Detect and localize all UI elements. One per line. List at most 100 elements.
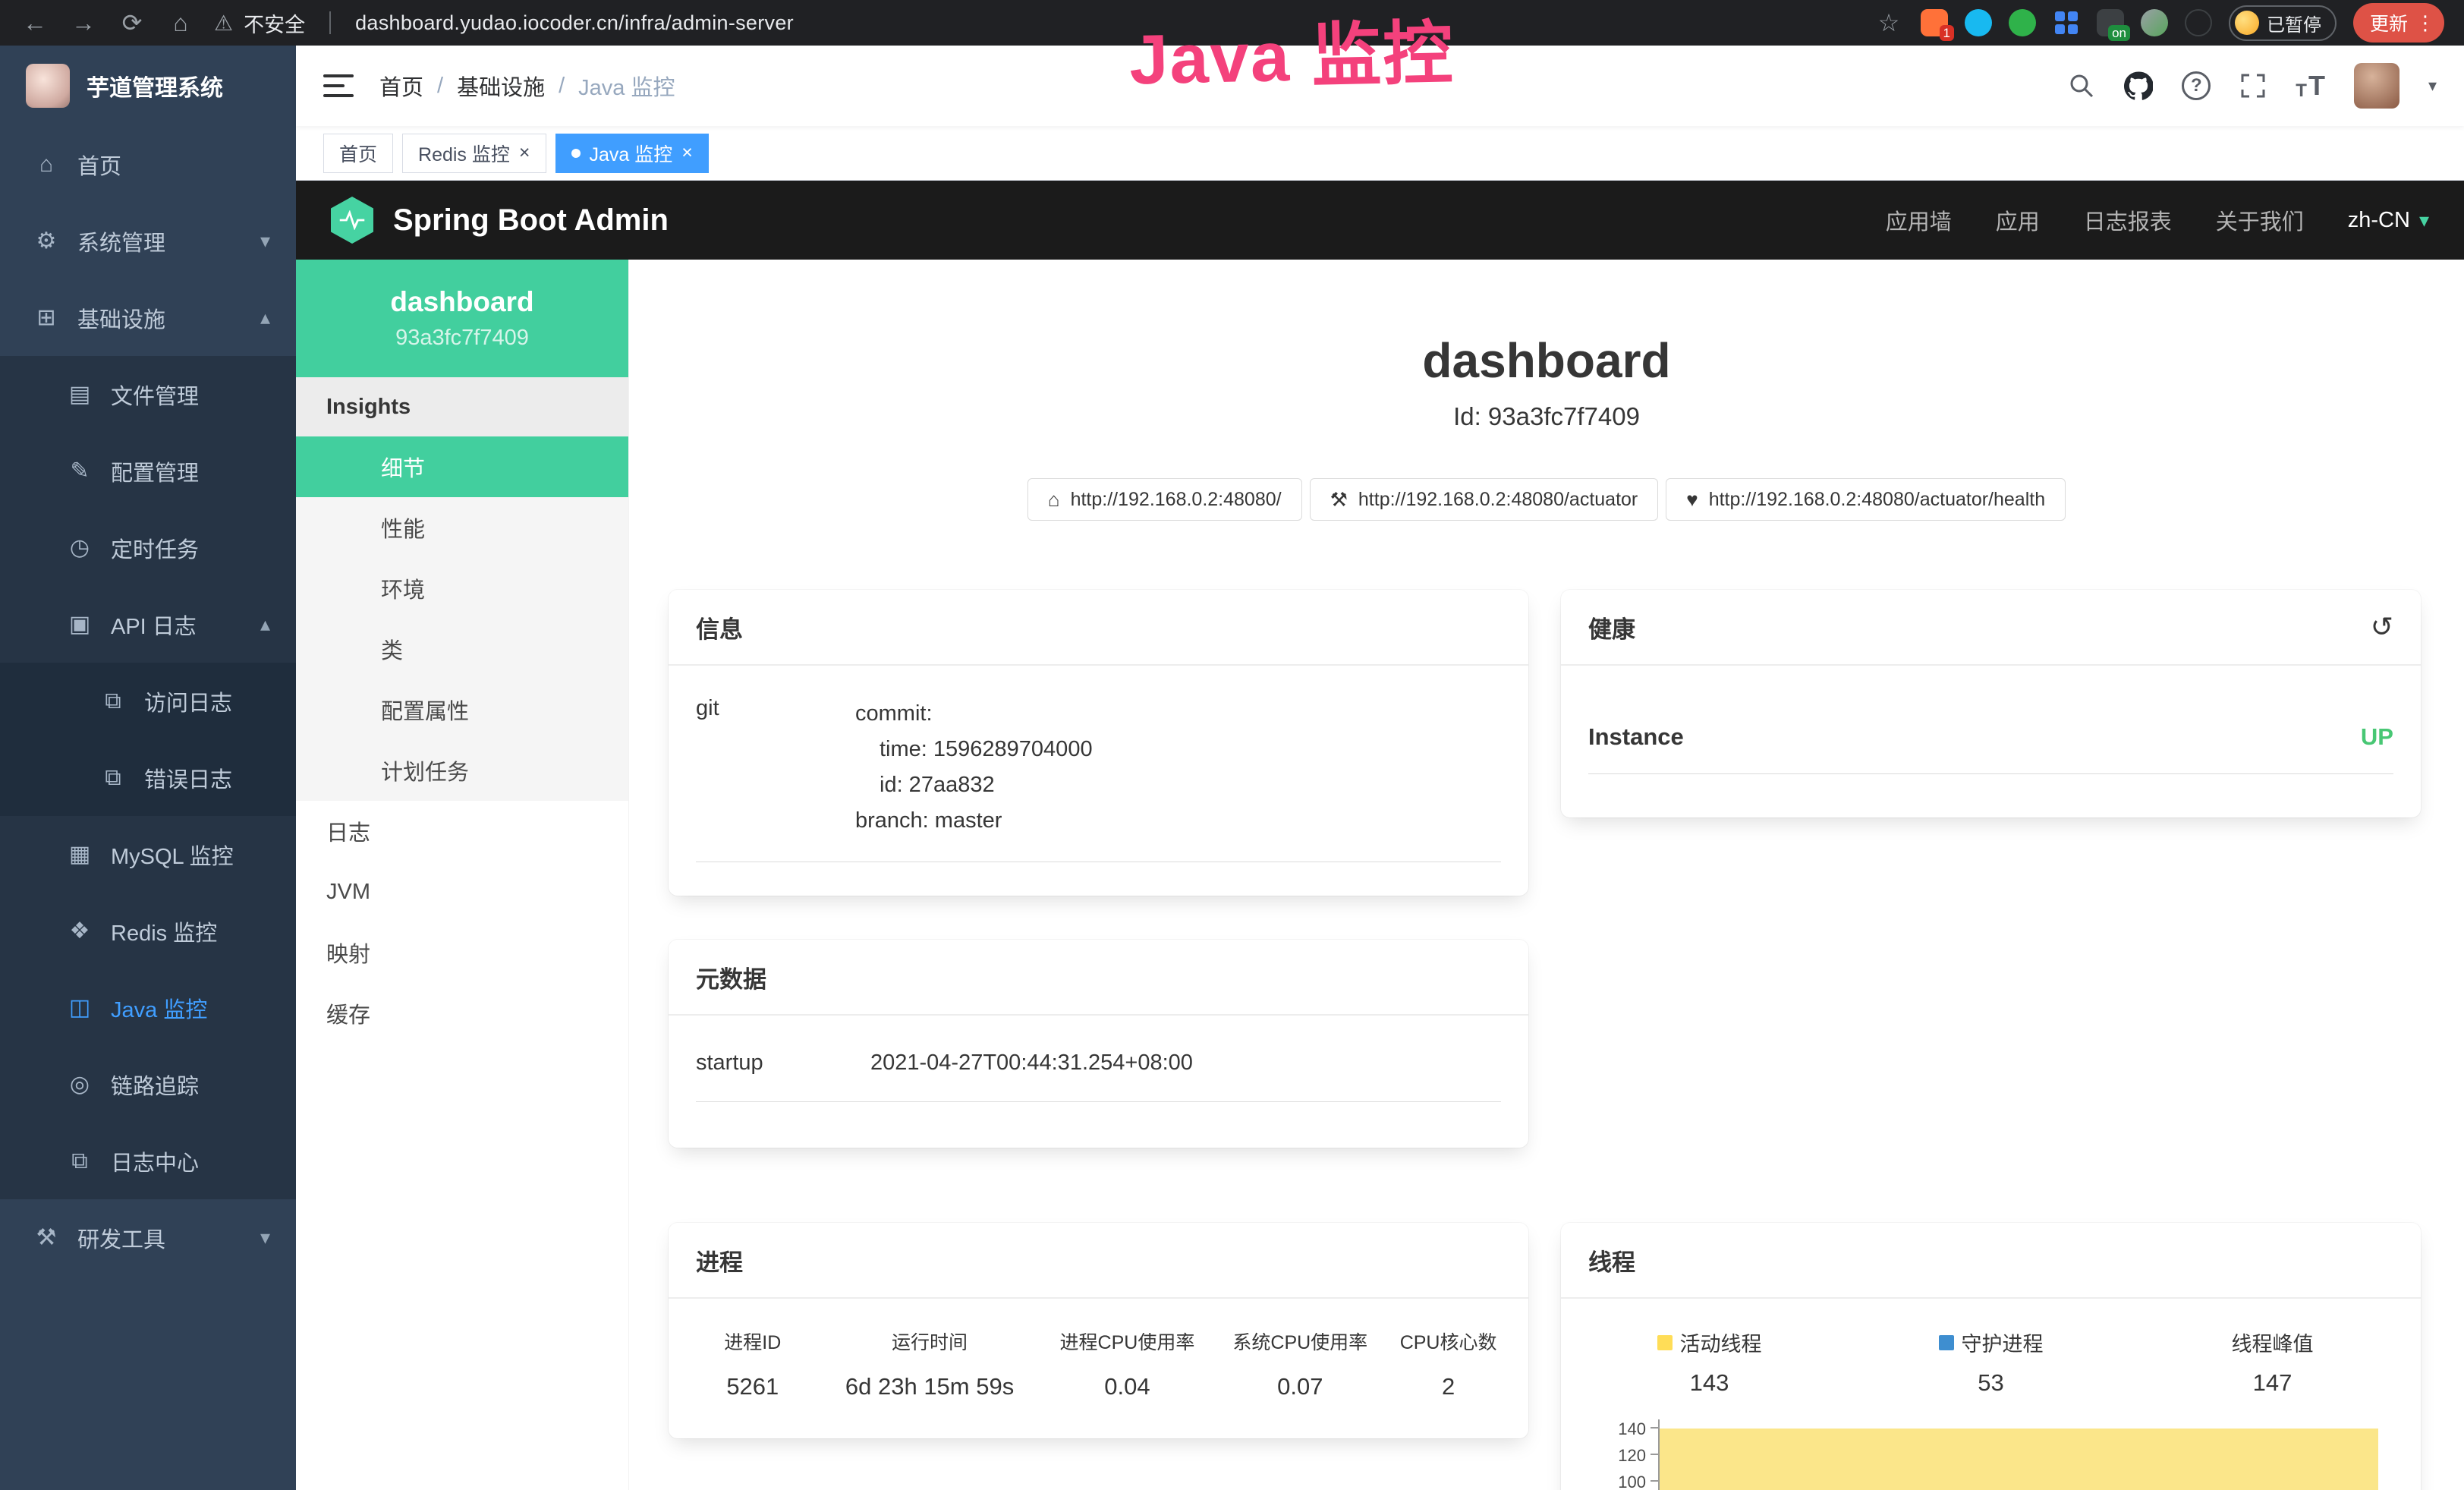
browser-home-icon[interactable]: ⌂ — [165, 9, 196, 37]
sidebar-item-devtool[interactable]: ⚒ 研发工具 ▾ — [0, 1199, 296, 1276]
sba-logo-icon[interactable] — [331, 197, 373, 244]
font-size-icon[interactable]: TT — [2296, 70, 2325, 102]
sba-item-environment[interactable]: 环境 — [296, 558, 628, 619]
tab-home[interactable]: 首页 — [323, 134, 393, 173]
sidebar-item-home[interactable]: ⌂ 首页 — [0, 126, 296, 203]
search-icon[interactable] — [2068, 72, 2095, 99]
chrome-update-button[interactable]: 更新 ⋮ — [2353, 3, 2444, 43]
address-bar[interactable]: dashboard.yudao.iocoder.cn/infra/admin-s… — [355, 11, 794, 35]
sidebar-item-label: 访问日志 — [144, 685, 232, 717]
sidebar-item-log-center[interactable]: ⧉ 日志中心 — [0, 1123, 296, 1199]
close-icon[interactable]: × — [681, 143, 693, 162]
sba-item-config-props[interactable]: 配置属性 — [296, 679, 628, 740]
sba-body: dashboard 93a3fc7f7409 Insights 细节 性能 环境… — [296, 260, 2464, 1490]
heart-icon: ♥ — [1686, 488, 1698, 512]
ytick-label: 120 — [1610, 1446, 1658, 1473]
threads-chart: 140 120 100 — [1561, 1419, 2421, 1490]
forward-icon[interactable]: → — [68, 9, 99, 37]
sba-instance-block[interactable]: dashboard 93a3fc7f7409 — [296, 260, 628, 377]
sba-item-classes[interactable]: 类 — [296, 619, 628, 679]
sidebar-item-file[interactable]: ▤ 文件管理 — [0, 356, 296, 433]
sidebar-item-job[interactable]: ◷ 定时任务 — [0, 509, 296, 586]
extension-icon-leaf[interactable] — [2141, 9, 2168, 36]
health-instance-row[interactable]: Instance UP — [1588, 666, 2393, 774]
sidebar-item-api-log[interactable]: ▣ API 日志 ▴ — [0, 586, 296, 663]
main-column: 首页 / 基础设施 / Java 监控 ? TT — [296, 46, 2464, 1490]
metadata-key: startup — [696, 1051, 870, 1076]
sidebar-item-infra[interactable]: ⊞ 基础设施 ▴ — [0, 279, 296, 356]
help-icon[interactable]: ? — [2182, 71, 2211, 100]
sba-nav-applications[interactable]: 应用 — [1996, 204, 2040, 236]
process-col-cpu: 进程CPU使用率 0.04 — [1041, 1328, 1214, 1400]
sidebar-item-label: 文件管理 — [111, 379, 199, 411]
fullscreen-icon[interactable] — [2239, 72, 2267, 99]
sidebar-item-access-log[interactable]: ⧉ 访问日志 — [0, 663, 296, 739]
sidebar-item-label: 基础设施 — [77, 302, 165, 334]
page-title: dashboard — [629, 332, 2464, 389]
sidebar-item-error-log[interactable]: ⧉ 错误日志 — [0, 739, 296, 816]
breadcrumb-infra[interactable]: 基础设施 — [457, 70, 545, 102]
sba-item-mappings[interactable]: 映射 — [296, 922, 628, 983]
sidebar-item-trace[interactable]: ◎ 链路追踪 — [0, 1046, 296, 1123]
threads-card-header: 线程 — [1561, 1223, 2421, 1299]
breadcrumb-home[interactable]: 首页 — [379, 70, 423, 102]
legend-value: 147 — [2132, 1369, 2413, 1397]
extension-icon-orange[interactable]: 1 — [1921, 9, 1948, 36]
admin-topbar: 首页 / 基础设施 / Java 监控 ? TT — [296, 46, 2464, 126]
sba-item-scheduled-tasks[interactable]: 计划任务 — [296, 740, 628, 801]
access-log-icon: ⧉ — [99, 688, 127, 714]
extension-on-badge: on — [2108, 25, 2130, 41]
info-git-row: git commit: time: 1596289704000 id: 27aa… — [696, 666, 1501, 862]
sidebar-item-config[interactable]: ✎ 配置管理 — [0, 433, 296, 509]
legend-live-threads: 活动线程 143 — [1569, 1328, 1850, 1397]
hamburger-icon[interactable] — [323, 74, 354, 97]
sba-item-details[interactable]: 细节 — [296, 436, 628, 497]
sidebar-item-redis[interactable]: ❖ Redis 监控 — [0, 893, 296, 969]
extension-icon-drop[interactable] — [1965, 9, 1992, 36]
tab-redis-monitor[interactable]: Redis 监控 × — [402, 134, 546, 173]
sba-nav-about[interactable]: 关于我们 — [2216, 204, 2304, 236]
extension-icon-black[interactable] — [2185, 9, 2212, 36]
process-col-uptime: 运行时间 6d 23h 15m 59s — [819, 1328, 1041, 1400]
site-security[interactable]: ⚠ 不安全 — [214, 8, 305, 38]
column-value: 0.04 — [1041, 1373, 1214, 1400]
sidebar-item-mysql[interactable]: ▦ MySQL 监控 — [0, 816, 296, 893]
column-value: 0.07 — [1213, 1373, 1386, 1400]
actuator-url-chip[interactable]: ⚒ http://192.168.0.2:48080/actuator — [1310, 478, 1659, 521]
extension-icon-grid[interactable] — [2053, 9, 2080, 36]
sba-locale-select[interactable]: zh-CN ▾ — [2348, 208, 2429, 233]
back-icon[interactable]: ← — [20, 9, 50, 37]
extension-icon-green[interactable] — [2009, 9, 2036, 36]
extension-badge: 1 — [1940, 25, 1954, 41]
user-avatar[interactable] — [2354, 63, 2399, 109]
health-url-chip[interactable]: ♥ http://192.168.0.2:48080/actuator/heal… — [1666, 478, 2066, 521]
sidebar-item-java[interactable]: ◫ Java 监控 — [0, 969, 296, 1046]
process-card-header: 进程 — [669, 1223, 1528, 1299]
sba-item-caches[interactable]: 缓存 — [296, 983, 628, 1044]
sba-main-content: dashboard Id: 93a3fc7f7409 ⌂ http://192.… — [629, 260, 2464, 1490]
sidebar-item-system[interactable]: ⚙ 系统管理 ▾ — [0, 203, 296, 279]
sba-nav-journal[interactable]: 日志报表 — [2084, 204, 2172, 236]
threads-card: 线程 活动线程 143 守护进程 53 线程峰值 147 — [1561, 1223, 2421, 1490]
app-logo-row[interactable]: 芋道管理系统 — [0, 46, 296, 126]
reload-icon[interactable]: ⟳ — [117, 8, 147, 37]
history-icon[interactable]: ↺ — [2371, 611, 2393, 643]
sidebar-item-label: 链路追踪 — [111, 1069, 199, 1101]
health-status-badge: UP — [2361, 723, 2393, 751]
sba-item-jvm[interactable]: JVM — [296, 862, 628, 922]
github-icon[interactable] — [2124, 71, 2153, 100]
gear-icon: ⚙ — [32, 228, 61, 254]
legend-label: 守护进程 — [1962, 1328, 2044, 1357]
avatar-caret-icon[interactable]: ▾ — [2428, 76, 2437, 96]
tab-java-monitor[interactable]: Java 监控 × — [555, 134, 709, 173]
sba-brand-title[interactable]: Spring Boot Admin — [393, 203, 669, 238]
service-url-chip[interactable]: ⌂ http://192.168.0.2:48080/ — [1027, 478, 1302, 521]
sba-item-metrics[interactable]: 性能 — [296, 497, 628, 558]
sba-nav-wallboard[interactable]: 应用墙 — [1886, 204, 1952, 236]
profile-paused-chip[interactable]: 已暂停 — [2229, 5, 2337, 41]
bookmark-star-icon[interactable]: ☆ — [1874, 8, 1904, 37]
extension-icon-dark-on[interactable]: on — [2097, 9, 2124, 36]
sba-item-logs[interactable]: 日志 — [296, 801, 628, 862]
legend-peak-threads: 线程峰值 147 — [2132, 1328, 2413, 1397]
close-icon[interactable]: × — [519, 143, 530, 162]
